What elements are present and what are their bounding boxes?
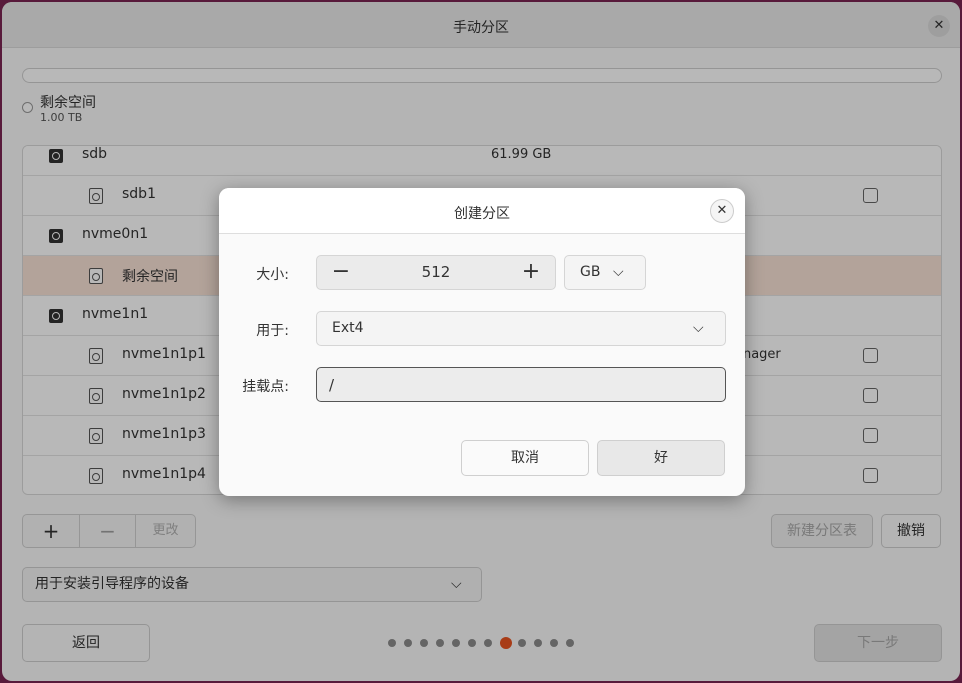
use-as-label: 用于: [256, 323, 289, 339]
ok-button[interactable]: 好 [597, 440, 725, 476]
filesystem-value: Ext4 [332, 320, 364, 336]
mount-point-input[interactable] [316, 367, 726, 402]
size-value[interactable]: 512 [365, 256, 507, 289]
dialog-close-icon[interactable]: ✕ [710, 199, 734, 223]
decrement-button[interactable]: − [317, 256, 365, 289]
mount-point-label: 挂载点: [242, 379, 289, 395]
cancel-button[interactable]: 取消 [461, 440, 589, 476]
unit-dropdown[interactable]: GB ⌵ [564, 255, 646, 290]
chevron-down-icon: ⌵ [613, 264, 624, 280]
size-stepper: − 512 + [316, 255, 556, 290]
size-label: 大小: [256, 267, 289, 283]
chevron-down-icon: ⌵ [693, 320, 704, 336]
dialog-header: 创建分区 ✕ [219, 188, 745, 234]
filesystem-dropdown[interactable]: Ext4 ⌵ [316, 311, 726, 346]
create-partition-dialog: 创建分区 ✕ 大小: − 512 + GB ⌵ 用于: Ext4 ⌵ 挂载点: … [219, 188, 745, 496]
increment-button[interactable]: + [507, 256, 555, 289]
dialog-title: 创建分区 [454, 206, 510, 222]
unit-value: GB [580, 264, 601, 280]
